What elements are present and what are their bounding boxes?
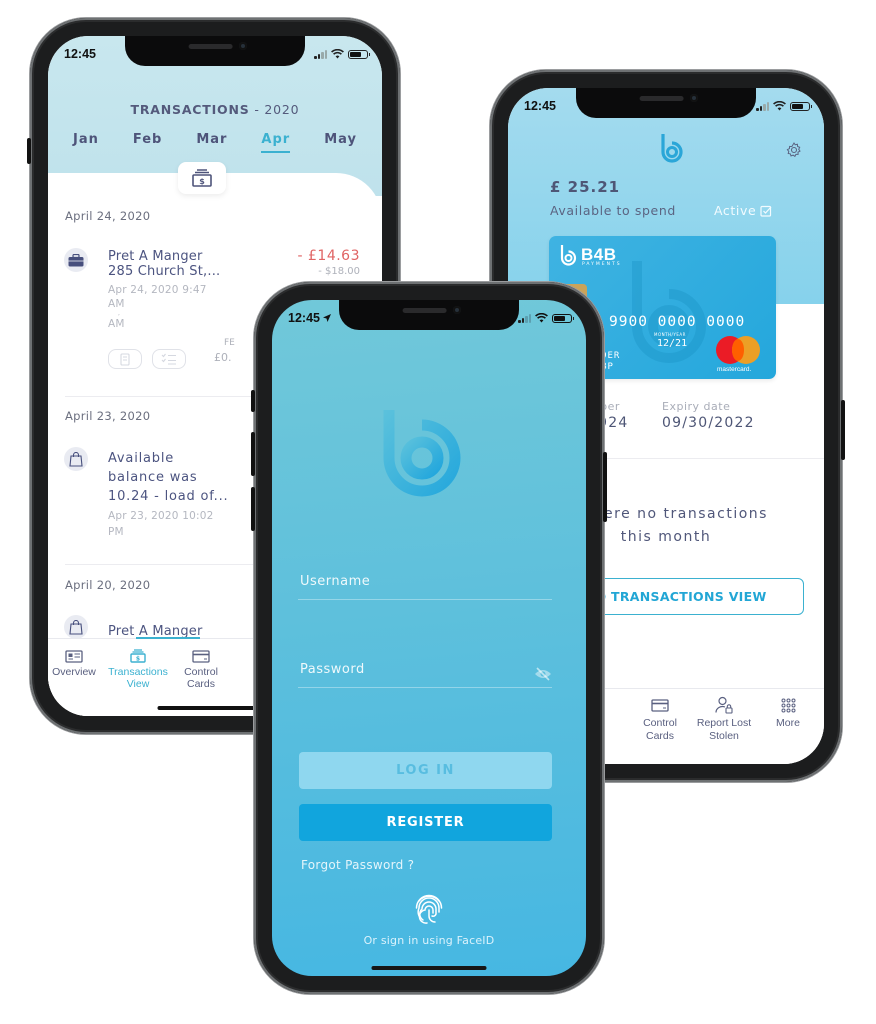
username-placeholder: Username [300, 574, 371, 589]
id-card-icon [65, 649, 83, 663]
status-time: 12:45 [288, 311, 332, 325]
fee-value: £0. [214, 351, 232, 364]
b4b-logo-icon [560, 245, 577, 266]
signal-icon [314, 49, 327, 59]
month-tab-may[interactable]: May [324, 132, 357, 153]
mute-switch [27, 138, 31, 164]
cash-icon: $ [130, 649, 146, 663]
shopping-bag-icon [64, 447, 88, 471]
date-header: April 20, 2020 [65, 578, 151, 592]
card-number: 9900 0000 0000 [609, 314, 746, 330]
expiry-date-value: 09/30/2022 [662, 415, 755, 431]
transaction-name[interactable]: Available balance was 10.24 - load of... [108, 449, 228, 506]
status-time: 12:45 [524, 99, 556, 113]
b4b-logo-icon [383, 392, 461, 497]
location-arrow-icon [323, 314, 332, 322]
date-header: April 24, 2020 [65, 209, 151, 223]
card-status[interactable]: Active [714, 203, 772, 218]
transactions-title: TRANSACTIONS - 2020 [130, 102, 300, 117]
cash-badge: $ [178, 162, 226, 194]
login-button[interactable]: LOG IN [299, 752, 552, 789]
forgot-password-link[interactable]: Forgot Password ? [301, 858, 414, 872]
checklist-button[interactable] [152, 349, 186, 369]
status-time: 12:45 [64, 47, 96, 61]
wifi-icon [331, 49, 344, 59]
signal-icon [518, 313, 531, 323]
faceid-signin-link[interactable]: Or sign in using FaceID [272, 934, 586, 947]
signal-icon [756, 101, 769, 111]
wifi-icon [773, 101, 786, 111]
tab-control-cards[interactable]: Control Cards [624, 695, 696, 743]
credit-card-icon [192, 649, 210, 663]
username-field[interactable]: Username [298, 560, 552, 600]
password-field[interactable]: Password [298, 648, 552, 688]
fingerprint-icon[interactable] [414, 894, 444, 926]
checklist-icon [161, 353, 176, 365]
transaction-timestamp: Apr 23, 2020 10:02 PM [108, 510, 214, 538]
svg-text:$: $ [136, 656, 140, 663]
tab-transactions-view[interactable]: $ Transactions View [106, 647, 170, 690]
receipt-button[interactable] [108, 349, 142, 369]
available-balance: £ 25.21 [550, 178, 621, 196]
card-expiry: 12/21 [657, 338, 688, 349]
cash-icon: $ [192, 169, 212, 187]
expires-caption: MONTH/YEAR [654, 332, 686, 337]
user-lock-icon [715, 696, 733, 714]
phone-login: 12:45 Username Password LOG IN REGISTER … [251, 282, 607, 994]
tab-more[interactable]: More [752, 695, 824, 730]
volume-down-button [251, 487, 255, 531]
transaction-name[interactable]: Pret A Manger 285 Church St,... [108, 249, 220, 279]
grid-dots-icon [781, 698, 795, 712]
date-header: April 23, 2020 [65, 409, 151, 423]
checkbox-checked-icon [760, 205, 772, 217]
volume-up-button [251, 432, 255, 476]
login-screen: 12:45 Username Password LOG IN REGISTER … [272, 300, 586, 976]
side-button [841, 400, 845, 460]
tab-overview[interactable]: Overview [48, 647, 106, 678]
battery-icon [552, 313, 574, 323]
card-watermark-logo [632, 261, 706, 363]
receipt-icon [120, 352, 130, 366]
balance-label: Available to spend [550, 203, 676, 218]
briefcase-icon [64, 248, 88, 272]
expiry-date-label: Expiry date [662, 400, 731, 413]
status-bar: 12:45 [288, 310, 574, 326]
card-brand: B4B PAYMENTS [558, 244, 620, 267]
svg-text:$: $ [199, 177, 205, 186]
tab-report-lost-stolen[interactable]: Report Lost Stolen [688, 695, 760, 743]
transaction-amount: - £14.63 [297, 248, 360, 264]
battery-icon [348, 49, 370, 59]
month-tab-feb[interactable]: Feb [133, 132, 162, 153]
mute-switch [251, 390, 255, 412]
month-tab-jan[interactable]: Jan [73, 132, 99, 153]
month-tab-mar[interactable]: Mar [196, 132, 227, 153]
wifi-icon [535, 313, 548, 323]
status-bar: 12:45 [64, 46, 370, 62]
credit-card-icon [651, 698, 669, 712]
register-button[interactable]: REGISTER [299, 804, 552, 841]
home-indicator [371, 966, 487, 970]
b4b-logo-icon [661, 134, 683, 163]
active-tab-indicator [136, 637, 200, 639]
fee-label: FE [224, 338, 235, 348]
status-bar: 12:45 [524, 98, 812, 114]
month-tab-apr[interactable]: Apr [261, 132, 291, 153]
eye-slash-icon[interactable] [534, 667, 552, 681]
password-placeholder: Password [300, 662, 365, 677]
transaction-original-amount: - $18.00 [318, 266, 360, 277]
battery-icon [790, 101, 812, 111]
month-tabs: Jan Feb Mar Apr May [48, 132, 382, 153]
tab-control-cards[interactable]: Control Cards [169, 647, 233, 690]
transaction-timestamp: Apr 24, 2020 9:47 AM , AM [108, 284, 207, 330]
settings-gear-icon[interactable] [786, 142, 802, 158]
shopping-bag-icon [64, 615, 88, 639]
power-button [603, 452, 607, 522]
